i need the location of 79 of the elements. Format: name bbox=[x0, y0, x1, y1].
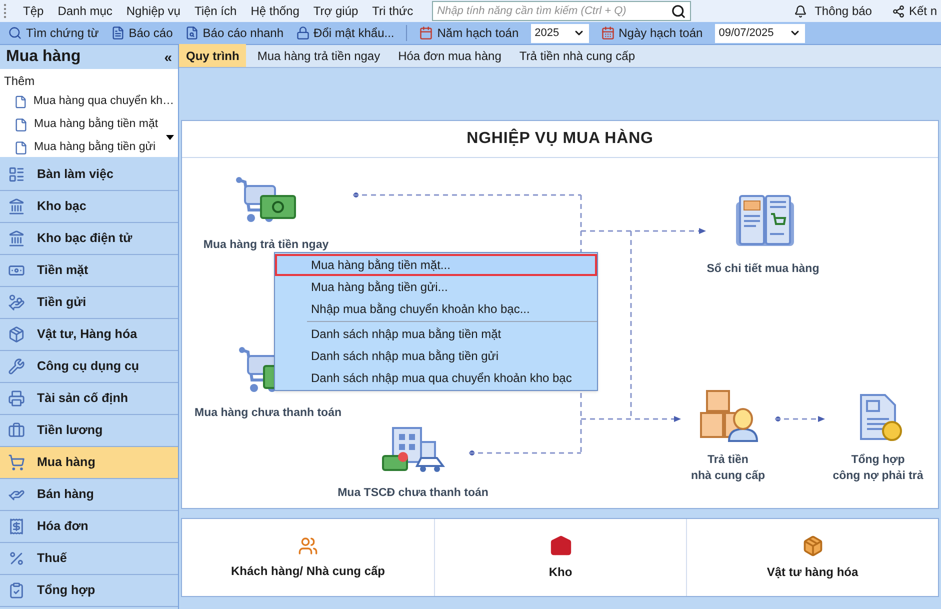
list-icon bbox=[8, 166, 25, 183]
toolbar-button[interactable]: Báo cáo bbox=[110, 24, 173, 42]
coin-hand-icon bbox=[8, 294, 25, 311]
cart-icon bbox=[8, 454, 25, 471]
menu-option[interactable]: Mua hàng bằng tiền gửi... bbox=[275, 276, 597, 298]
building-car-icon bbox=[381, 426, 447, 474]
quick-add-link[interactable]: Mua hàng bằng tiền gửi bbox=[14, 136, 174, 157]
menu-item[interactable]: Tiện ích bbox=[187, 2, 244, 20]
node-label[interactable]: nhà cung cấp bbox=[690, 468, 766, 484]
bank-icon bbox=[8, 230, 25, 247]
document-icon bbox=[14, 118, 28, 132]
shortcut-button[interactable]: Kho bbox=[434, 519, 686, 596]
box-icon bbox=[8, 326, 25, 343]
bell-icon[interactable] bbox=[794, 4, 807, 18]
calendar-icon bbox=[419, 26, 434, 40]
section-title: Thêm bbox=[4, 73, 36, 90]
node-label[interactable]: Trả tiền bbox=[708, 452, 748, 468]
people-icon bbox=[298, 536, 318, 556]
shortcut-button[interactable]: Vật tư hàng hóa bbox=[686, 519, 938, 596]
document-icon bbox=[14, 140, 28, 154]
toolbar-button[interactable]: Báo cáo nhanh bbox=[184, 24, 284, 42]
date-picker[interactable]: 09/07/2025 bbox=[714, 24, 805, 42]
node-label[interactable]: Mua TSCĐ chưa thanh toán bbox=[338, 485, 488, 501]
bank-icon bbox=[8, 198, 25, 215]
calendar-icon bbox=[600, 26, 615, 40]
connect-label[interactable]: Kết n bbox=[908, 2, 937, 20]
date-label: Ngày hạch toán bbox=[618, 25, 703, 42]
search-icon bbox=[8, 26, 22, 40]
collapse-button[interactable]: « bbox=[164, 46, 172, 68]
diagram-title: NGHIỆP VỤ MUA HÀNG bbox=[466, 128, 654, 149]
printer-icon bbox=[8, 390, 25, 407]
boxes-person-icon bbox=[699, 389, 759, 443]
search-field[interactable]: Nhập tính năng cần tìm kiếm (Ctrl + Q) bbox=[432, 1, 692, 21]
menu-item[interactable]: Hệ thống bbox=[244, 2, 306, 20]
lock-icon bbox=[296, 26, 310, 40]
document-coin-icon bbox=[859, 393, 903, 443]
clipboard-icon bbox=[8, 582, 25, 599]
node-label[interactable]: Sổ chi tiết mua hàng bbox=[706, 261, 820, 277]
nav-item[interactable]: Mua hàng bbox=[0, 447, 178, 479]
menu-option[interactable]: Nhập mua bằng chuyển khoản kho bạc... bbox=[275, 298, 597, 320]
node-label[interactable]: công nợ phải trả bbox=[832, 468, 924, 484]
shortcut-button[interactable]: Khách hàng/ Nhà cung cấp bbox=[182, 519, 434, 596]
share-icon[interactable] bbox=[892, 4, 905, 18]
tab[interactable]: Quy trình bbox=[179, 44, 246, 67]
toolbar-button[interactable]: Tìm chứng từ bbox=[8, 24, 99, 42]
node-label[interactable]: Mua hàng trả tiền ngay bbox=[203, 237, 329, 253]
year-dropdown[interactable]: 2025 bbox=[530, 24, 589, 42]
menu-item[interactable]: Tri thức bbox=[365, 2, 420, 20]
node-label[interactable]: Mua hàng chưa thanh toán bbox=[194, 405, 342, 421]
tab[interactable]: Trả tiền nhà cung cấp bbox=[512, 44, 642, 67]
menu-item[interactable]: Danh mục bbox=[50, 2, 120, 20]
year-label: Năm hạch toán bbox=[437, 25, 519, 42]
percent-icon bbox=[8, 550, 25, 567]
wrench-icon bbox=[8, 358, 25, 375]
sidebar-title: Mua hàng bbox=[6, 47, 81, 67]
quick-add-link[interactable]: Mua hàng qua chuyển kh… bbox=[14, 90, 174, 113]
connector-arrow bbox=[775, 416, 825, 422]
receipt-icon bbox=[8, 518, 25, 535]
menu-option[interactable]: Danh sách nhập mua bằng tiền mặt bbox=[275, 323, 597, 345]
document-icon bbox=[14, 94, 28, 108]
toolbar-button[interactable]: Đổi mật khẩu... bbox=[296, 24, 394, 42]
notifications-label[interactable]: Thông báo bbox=[814, 2, 872, 20]
node-label[interactable]: Tổng hợp bbox=[851, 452, 905, 468]
scroll-down-icon[interactable] bbox=[166, 135, 174, 140]
document-icon bbox=[110, 26, 125, 40]
menu-item[interactable]: Trợ giúp bbox=[306, 2, 366, 20]
report-icon bbox=[184, 26, 199, 40]
tab[interactable]: Hóa đơn mua hàng bbox=[391, 44, 508, 67]
search-icon bbox=[671, 4, 686, 18]
menu-option[interactable]: Danh sách nhập mua bằng tiền gửi bbox=[275, 345, 597, 367]
menu-option[interactable]: Mua hàng bằng tiền mặt... bbox=[275, 254, 597, 276]
warehouse-icon bbox=[550, 534, 572, 556]
quick-add-link[interactable]: Mua hàng bằng tiền mặt bbox=[14, 113, 174, 136]
menu-item[interactable]: Tệp bbox=[16, 2, 51, 20]
box-icon bbox=[802, 534, 824, 556]
briefcase-icon bbox=[8, 422, 25, 439]
tab[interactable]: Mua hàng trả tiền ngay bbox=[250, 44, 388, 67]
menu-option[interactable]: Danh sách nhập mua qua chuyển khoản kho bạc bbox=[275, 367, 597, 389]
menu-item[interactable]: Nghiệp vụ bbox=[119, 2, 188, 20]
